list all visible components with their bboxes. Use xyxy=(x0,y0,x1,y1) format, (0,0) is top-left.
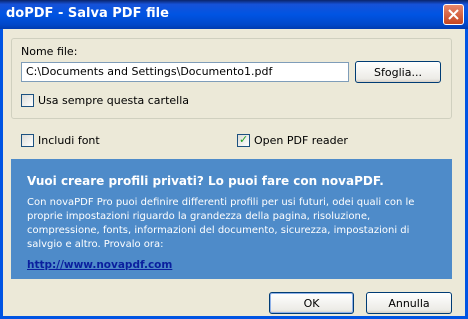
file-name-input[interactable]: C:\Documents and Settings\Documento1.pdf xyxy=(21,62,349,82)
always-use-folder-label: Usa sempre questa cartella xyxy=(38,94,190,107)
browse-button[interactable]: Sfoglia... xyxy=(355,61,441,83)
open-pdf-reader-label: Open PDF reader xyxy=(254,134,348,147)
window-title: doPDF - Salva PDF file xyxy=(6,6,169,21)
checkmark-icon: ✓ xyxy=(239,133,249,146)
include-font-checkbox[interactable] xyxy=(21,134,34,147)
novapdf-link[interactable]: http://www.novapdf.com xyxy=(27,259,172,271)
ok-button[interactable]: OK xyxy=(269,292,354,314)
close-icon xyxy=(448,9,459,20)
open-pdf-reader-checkbox[interactable]: ✓ xyxy=(237,133,250,147)
promo-body: Con novaPDF Pro puoi definire differenti… xyxy=(27,197,415,250)
title-bar[interactable]: doPDF - Salva PDF file xyxy=(0,0,468,29)
promo-panel: Vuoi creare profili privati? Lo puoi far… xyxy=(11,159,452,279)
cancel-button[interactable]: Annulla xyxy=(366,292,452,314)
close-button[interactable] xyxy=(443,4,464,25)
include-font-label: Includi font xyxy=(38,134,100,147)
file-name-label: Nome file: xyxy=(21,45,78,58)
always-use-folder-checkbox[interactable] xyxy=(21,94,34,107)
promo-title: Vuoi creare profili privati? Lo puoi far… xyxy=(27,174,384,188)
